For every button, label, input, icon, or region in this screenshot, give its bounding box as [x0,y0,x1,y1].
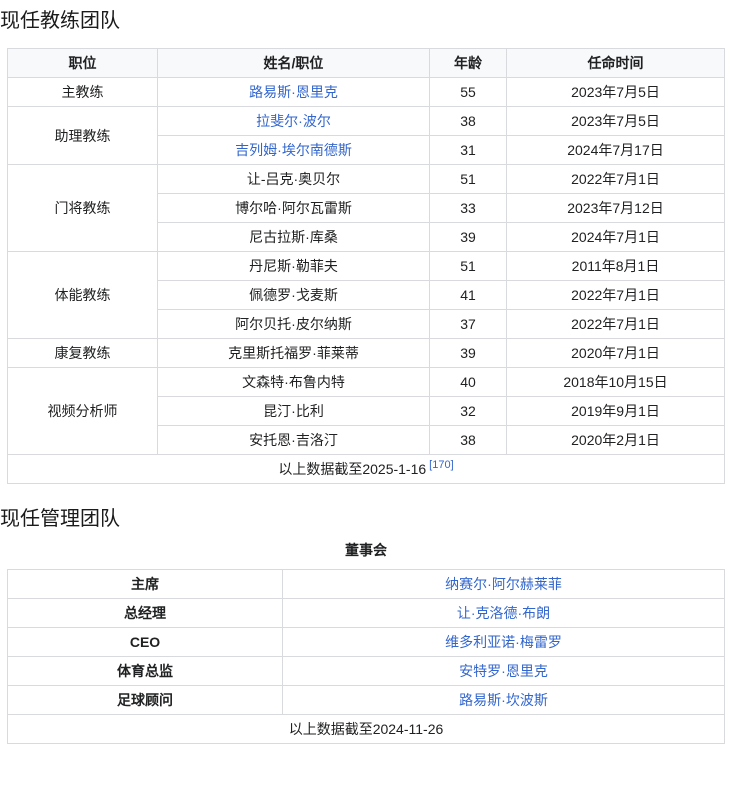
coach-position-cell: 门将教练 [8,165,158,252]
coach-name-link[interactable]: 吉列姆·埃尔南德斯 [235,142,352,158]
coach-age-cell: 38 [430,426,507,455]
coach-name-cell: 克里斯托福罗·菲莱蒂 [158,339,430,368]
wiki-article-page: { "page": { "section1_title": "现任教练团队", … [0,8,731,791]
board-name-cell: 让·克洛德·布朗 [283,599,725,628]
coach-appointment-date-cell: 2023年7月5日 [507,107,725,136]
coach-cutoff-text: 以上数据截至2025-1-16 [278,461,426,477]
coaching-team-section-title: 现任教练团队 [0,8,731,34]
coach-position-cell: 助理教练 [8,107,158,165]
coach-data-cutoff-note: 以上数据截至2025-1-16[170] [8,455,725,484]
board-position-cell: 足球顾问 [8,686,283,715]
board-member-link[interactable]: 维多利亚诺·梅雷罗 [445,634,562,650]
coach-table-header-row: 职位 姓名/职位 年龄 任命时间 [8,49,725,78]
coach-table-row: 门将教练让-吕克·奥贝尔512022年7月1日 [8,165,725,194]
board-data-cutoff-note: 以上数据截至2024-11-26 [8,715,725,744]
coach-name-link[interactable]: 路易斯·恩里克 [249,84,338,100]
coach-name-cell: 佩德罗·戈麦斯 [158,281,430,310]
coach-appointment-date-cell: 2020年2月1日 [507,426,725,455]
coach-position-cell: 康复教练 [8,339,158,368]
coach-name-cell: 博尔哈·阿尔瓦雷斯 [158,194,430,223]
board-member-link[interactable]: 让·克洛德·布朗 [457,605,550,621]
coach-age-cell: 31 [430,136,507,165]
board-of-directors-table: 董事会 主席 纳赛尔·阿尔赫莱菲总经理 让·克洛德·布朗 CEO 维多利亚诺·梅雷罗体育… [7,540,725,744]
board-name-cell: 安特罗·恩里克 [283,657,725,686]
coach-appointment-date-cell: 2020年7月1日 [507,339,725,368]
coach-name-cell: 丹尼斯·勒菲夫 [158,252,430,281]
coach-age-cell: 37 [430,310,507,339]
coach-appointment-date-cell: 2022年7月1日 [507,281,725,310]
coach-table-row: 体能教练丹尼斯·勒菲夫512011年8月1日 [8,252,725,281]
board-table-row: 足球顾问 路易斯·坎波斯 [8,686,725,715]
board-member-link[interactable]: 安特罗·恩里克 [459,663,548,679]
board-position-cell: 体育总监 [8,657,283,686]
column-header-age: 年龄 [430,49,507,78]
board-name-cell: 维多利亚诺·梅雷罗 [283,628,725,657]
coach-name-cell: 安托恩·吉洛汀 [158,426,430,455]
coach-name-cell: 路易斯·恩里克 [158,78,430,107]
board-table-row: 体育总监 安特罗·恩里克 [8,657,725,686]
column-header-name: 姓名/职位 [158,49,430,78]
board-position-cell: CEO [8,628,283,657]
coach-table-row: 康复教练克里斯托福罗·菲莱蒂392020年7月1日 [8,339,725,368]
coach-age-cell: 38 [430,107,507,136]
coach-appointment-date-cell: 2011年8月1日 [507,252,725,281]
coach-name-cell: 让-吕克·奥贝尔 [158,165,430,194]
coach-age-cell: 39 [430,339,507,368]
reference-170-link[interactable]: [170] [429,459,453,471]
board-position-cell: 总经理 [8,599,283,628]
board-table-row: CEO 维多利亚诺·梅雷罗 [8,628,725,657]
coach-age-cell: 39 [430,223,507,252]
coach-position-cell: 视频分析师 [8,368,158,455]
coach-appointment-date-cell: 2023年7月12日 [507,194,725,223]
coach-table-row: 视频分析师文森特·布鲁内特402018年10月15日 [8,368,725,397]
coach-name-cell: 文森特·布鲁内特 [158,368,430,397]
coach-position-cell: 主教练 [8,78,158,107]
coach-age-cell: 32 [430,397,507,426]
coach-position-cell: 体能教练 [8,252,158,339]
coach-appointment-date-cell: 2022年7月1日 [507,310,725,339]
coaching-staff-table: 职位 姓名/职位 年龄 任命时间 主教练路易斯·恩里克552023年7月5日助理… [7,48,725,484]
board-table-footer-row: 以上数据截至2024-11-26 [8,715,725,744]
board-name-cell: 路易斯·坎波斯 [283,686,725,715]
board-member-link[interactable]: 纳赛尔·阿尔赫莱菲 [445,576,562,592]
coach-table-row: 助理教练拉斐尔·波尔382023年7月5日 [8,107,725,136]
column-header-appointed: 任命时间 [507,49,725,78]
coach-age-cell: 41 [430,281,507,310]
coach-age-cell: 51 [430,252,507,281]
coach-age-cell: 55 [430,78,507,107]
coach-appointment-date-cell: 2024年7月1日 [507,223,725,252]
coach-age-cell: 51 [430,165,507,194]
coach-name-cell: 吉列姆·埃尔南德斯 [158,136,430,165]
coach-appointment-date-cell: 2018年10月15日 [507,368,725,397]
coach-appointment-date-cell: 2023年7月5日 [507,78,725,107]
coach-table-row: 主教练 路易斯·恩里克 552023年7月5日 [8,78,725,107]
board-table-row: 总经理 让·克洛德·布朗 [8,599,725,628]
coach-age-cell: 33 [430,194,507,223]
coach-table-footer-row: 以上数据截至2025-1-16[170] [8,455,725,484]
coach-name-cell: 拉斐尔·波尔 [158,107,430,136]
coach-appointment-date-cell: 2022年7月1日 [507,165,725,194]
coach-name-cell: 昆汀·比利 [158,397,430,426]
coach-name-cell: 尼古拉斯·库桑 [158,223,430,252]
board-position-cell: 主席 [8,570,283,599]
board-name-cell: 纳赛尔·阿尔赫莱菲 [283,570,725,599]
board-table-row: 主席 纳赛尔·阿尔赫莱菲 [8,570,725,599]
management-team-section-title: 现任管理团队 [0,506,731,532]
board-cutoff-text: 以上数据截至2024-11-26 [289,721,444,737]
coach-name-link[interactable]: 拉斐尔·波尔 [256,113,331,129]
coach-appointment-date-cell: 2024年7月17日 [507,136,725,165]
board-member-link[interactable]: 路易斯·坎波斯 [459,692,548,708]
board-table-caption: 董事会 [7,540,725,569]
coach-name-cell: 阿尔贝托·皮尔纳斯 [158,310,430,339]
coach-appointment-date-cell: 2019年9月1日 [507,397,725,426]
column-header-position: 职位 [8,49,158,78]
coach-age-cell: 40 [430,368,507,397]
